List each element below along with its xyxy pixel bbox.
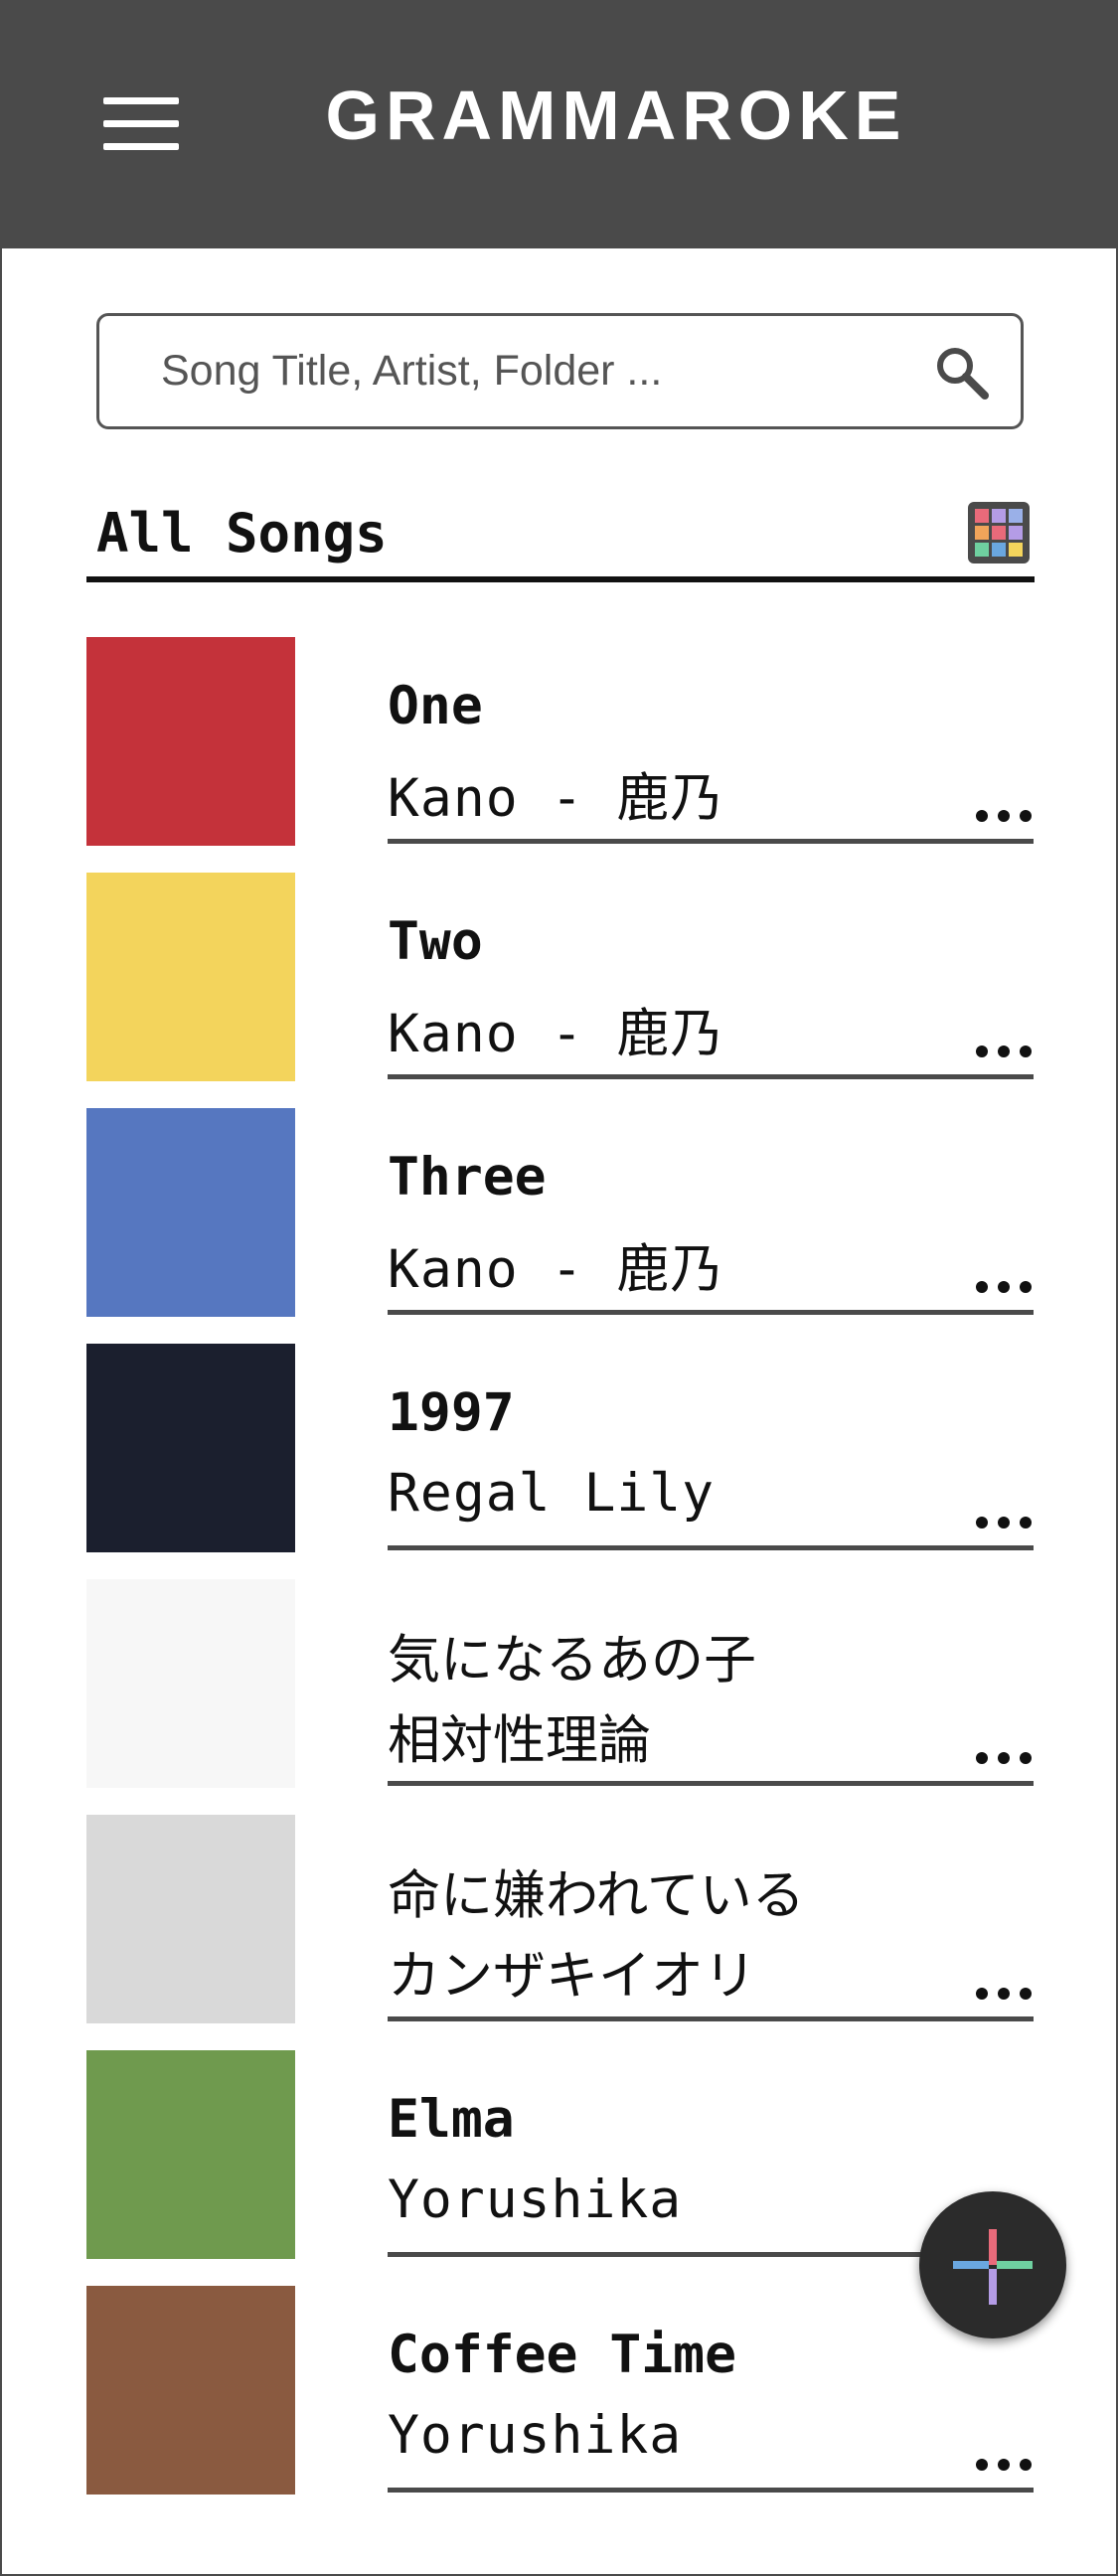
song-divider	[388, 2016, 1034, 2021]
album-art	[86, 637, 295, 846]
app-bar: GRAMMAROKE	[0, 0, 1118, 248]
album-art	[86, 1579, 295, 1788]
song-divider	[388, 839, 1034, 844]
song-artist: Yorushika	[388, 2170, 683, 2230]
song-item-two[interactable]: Two Kano - 鹿乃	[0, 873, 1118, 1081]
more-options-icon[interactable]	[974, 2455, 1034, 2475]
song-item-one[interactable]: One Kano - 鹿乃	[0, 637, 1118, 846]
add-song-button[interactable]	[919, 2191, 1066, 2338]
song-info: 命に嫌われている カンザキイオリ	[388, 1815, 1034, 2023]
song-divider	[388, 2488, 1034, 2493]
app-title: GRAMMAROKE	[325, 77, 907, 154]
song-title: 気になるあの子	[388, 1630, 756, 1690]
song-title: Elma	[388, 2089, 515, 2150]
song-title: Three	[388, 1147, 547, 1208]
song-info: Three Kano - 鹿乃	[388, 1108, 1034, 1317]
section-title: All Songs	[96, 502, 388, 564]
add-plus-icon	[953, 2229, 1033, 2305]
song-title: 1997	[388, 1382, 515, 1443]
song-artist: カンザキイオリ	[388, 1946, 756, 2007]
song-item-kininaru[interactable]: 気になるあの子 相対性理論	[0, 1579, 1118, 1788]
grid-view-icon[interactable]	[968, 502, 1030, 564]
song-artist: Kano - 鹿乃	[388, 768, 724, 829]
song-divider	[388, 1781, 1034, 1786]
search-input[interactable]	[161, 316, 936, 426]
album-art	[86, 2286, 295, 2495]
song-divider	[388, 1074, 1034, 1079]
song-item-three[interactable]: Three Kano - 鹿乃	[0, 1108, 1118, 1317]
more-options-icon[interactable]	[974, 1277, 1034, 1297]
song-info: Two Kano - 鹿乃	[388, 873, 1034, 1081]
song-artist: 相対性理論	[388, 1710, 651, 1771]
song-info: One Kano - 鹿乃	[388, 637, 1034, 846]
more-options-icon[interactable]	[974, 1984, 1034, 2004]
more-options-icon[interactable]	[974, 1513, 1034, 1532]
song-title: Two	[388, 911, 483, 972]
song-title: Coffee Time	[388, 2325, 736, 2385]
album-art	[86, 1108, 295, 1317]
more-options-icon[interactable]	[974, 1042, 1034, 1061]
album-art	[86, 1344, 295, 1552]
song-artist: Kano - 鹿乃	[388, 1004, 724, 1064]
song-title: One	[388, 676, 483, 736]
song-item-inochi[interactable]: 命に嫌われている カンザキイオリ	[0, 1815, 1118, 2023]
song-title: 命に嫌われている	[388, 1865, 805, 1926]
song-artist: Kano - 鹿乃	[388, 1239, 724, 1300]
search-icon[interactable]	[931, 342, 991, 402]
more-options-icon[interactable]	[974, 806, 1034, 826]
song-info: 1997 Regal Lily	[388, 1344, 1034, 1552]
song-info: 気になるあの子 相対性理論	[388, 1579, 1034, 1788]
album-art	[86, 1815, 295, 2023]
song-divider	[388, 1545, 1034, 1550]
search-box	[96, 313, 1024, 429]
album-art	[86, 2050, 295, 2259]
song-artist: Regal Lily	[388, 1463, 716, 1524]
song-divider	[388, 1310, 1034, 1315]
album-art	[86, 873, 295, 1081]
more-options-icon[interactable]	[974, 1748, 1034, 1768]
song-artist: Yorushika	[388, 2405, 683, 2466]
song-item-1997[interactable]: 1997 Regal Lily	[0, 1344, 1118, 1552]
section-divider	[86, 576, 1035, 582]
